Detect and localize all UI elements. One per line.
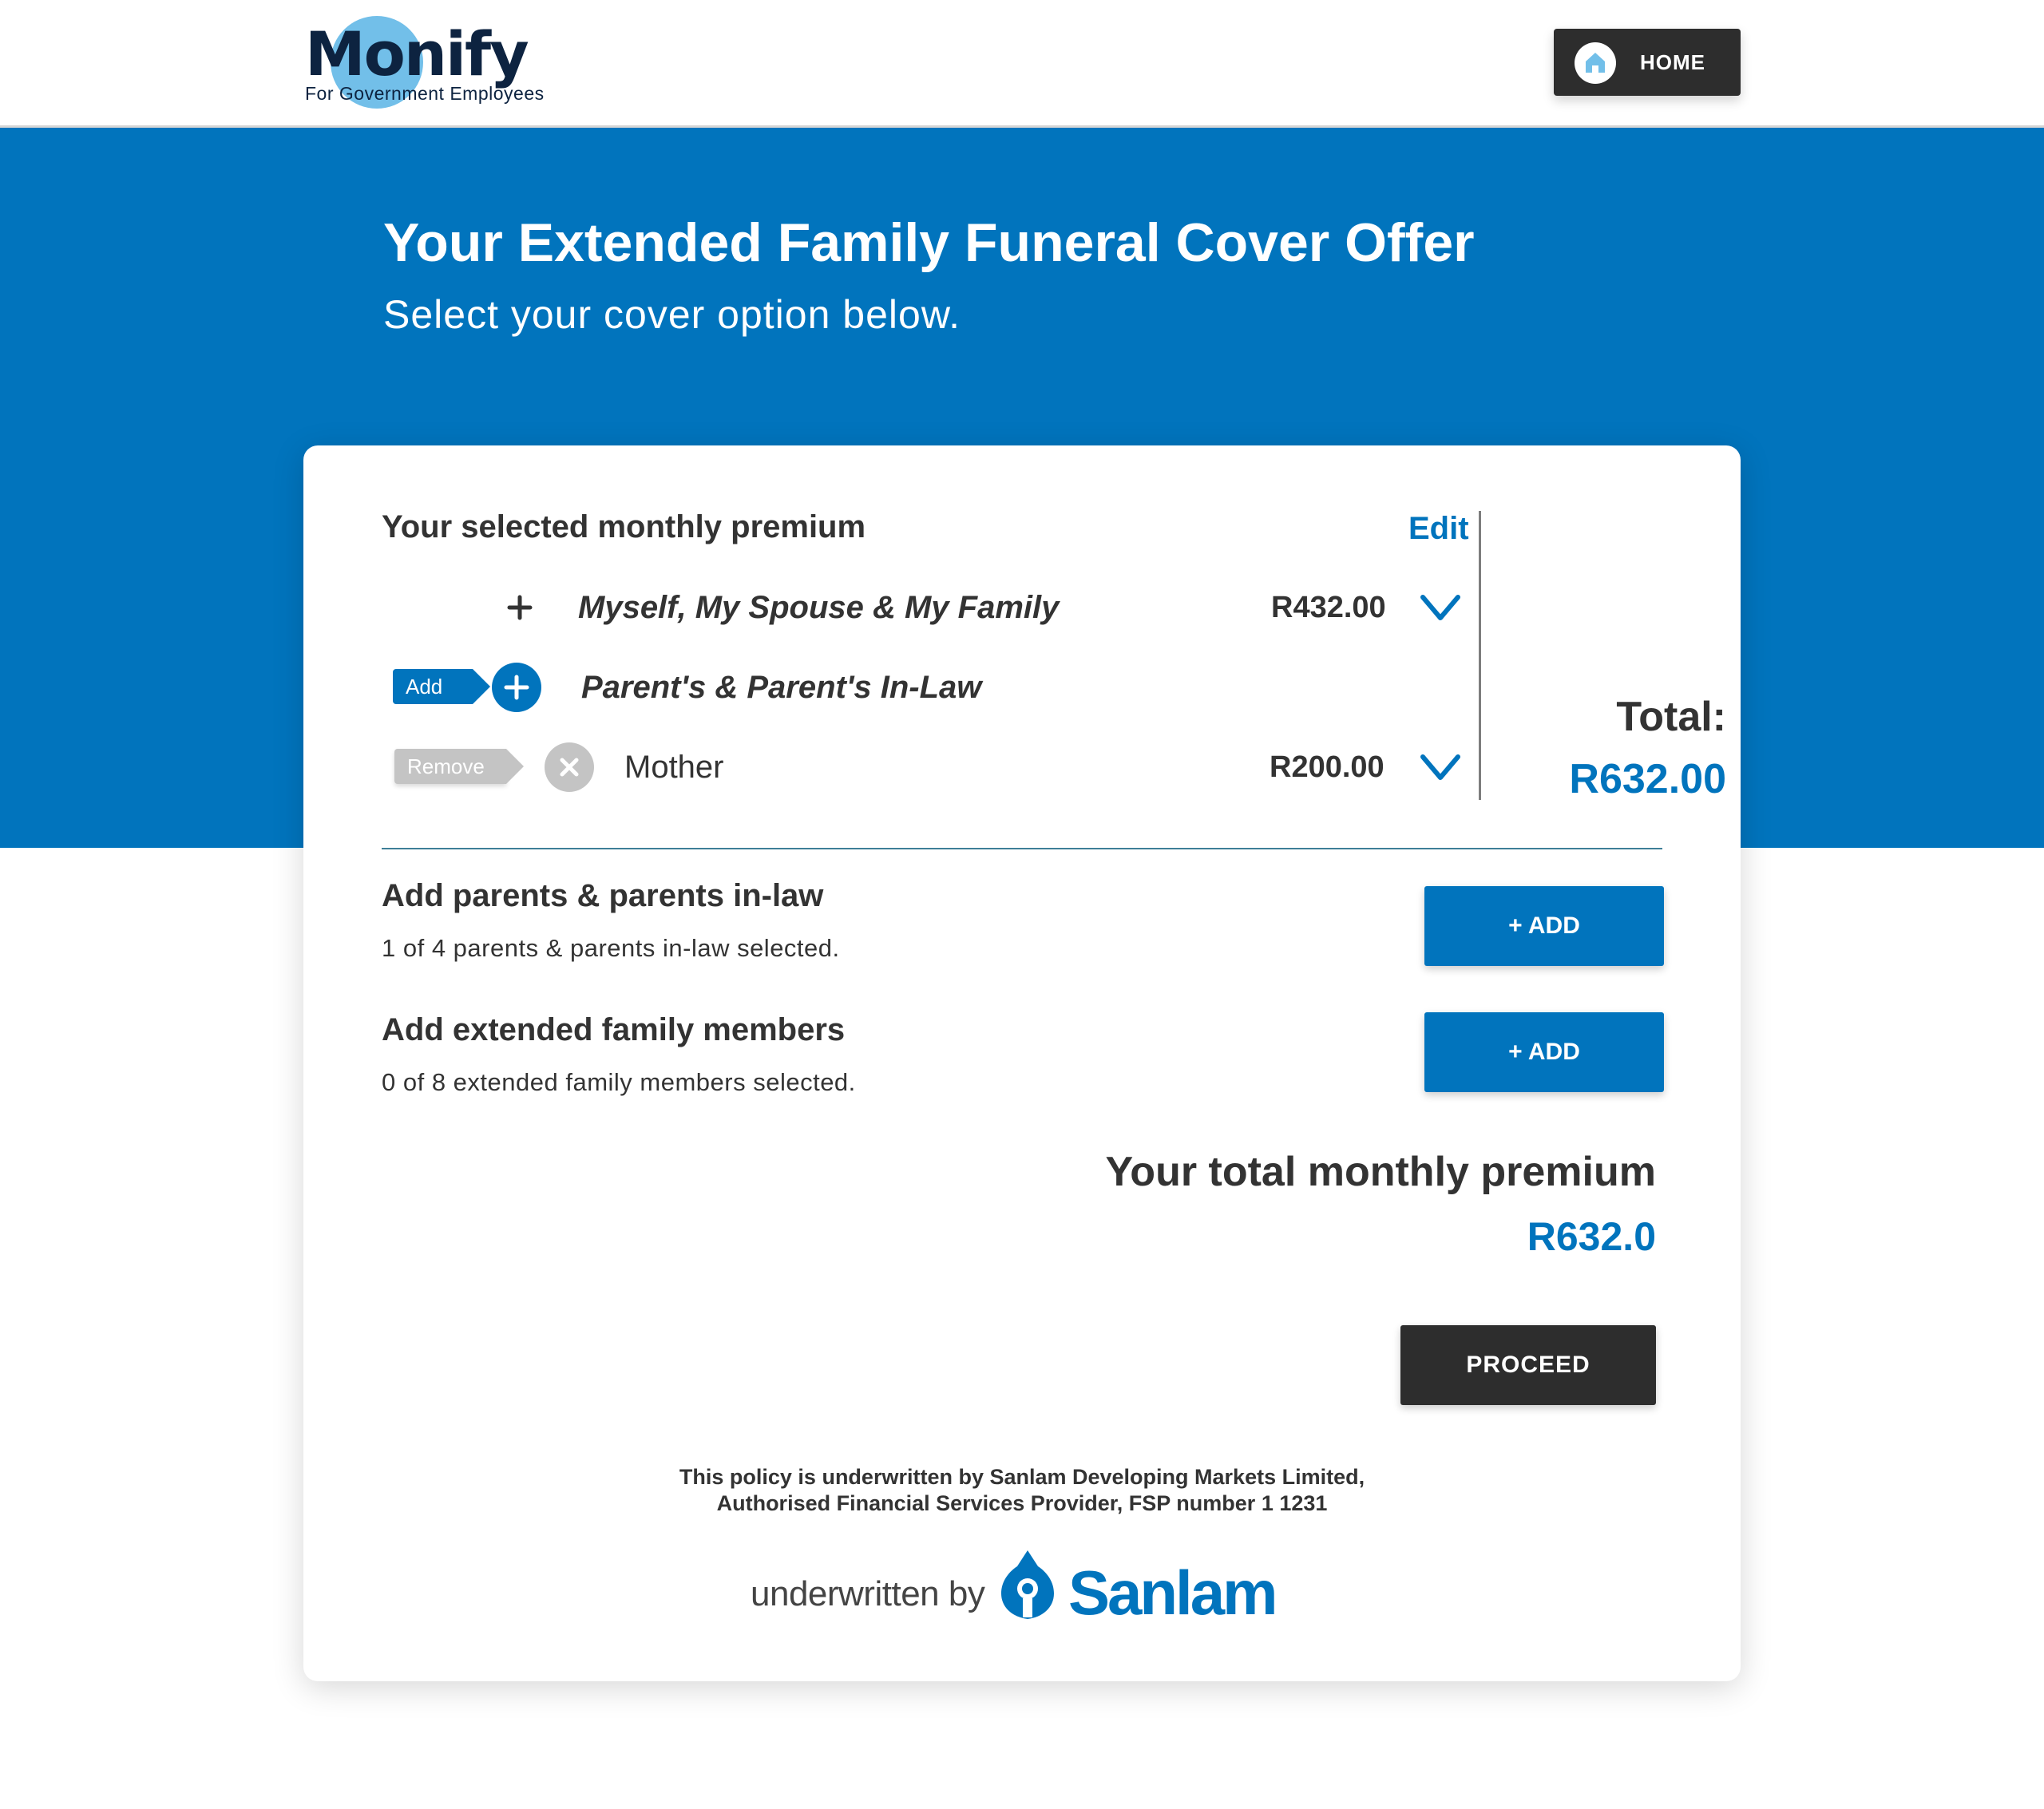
cover-row-price: R432.00: [1271, 591, 1386, 624]
vertical-divider: [1479, 511, 1481, 800]
monify-logo[interactable]: Monify For Government Employees: [305, 14, 561, 110]
remove-tag: Remove: [394, 749, 524, 784]
total-amount: R632.00: [1569, 756, 1726, 802]
disclaimer: This policy is underwritten by Sanlam De…: [463, 1464, 1581, 1517]
add-parents-button[interactable]: + ADD: [1424, 886, 1664, 966]
page-subtitle: Select your cover option below.: [383, 292, 961, 337]
selected-premium-title: Your selected monthly premium: [382, 509, 866, 544]
home-label: HOME: [1640, 50, 1705, 74]
add-parents-title: Add parents & parents in-law: [382, 878, 824, 913]
cover-row-label: Parent's & Parent's In-Law: [581, 670, 982, 705]
home-icon: [1575, 42, 1616, 84]
cover-row-label: Mother: [624, 750, 724, 785]
grand-total-label: Your total monthly premium: [1105, 1149, 1656, 1195]
add-extended-button[interactable]: + ADD: [1424, 1012, 1664, 1092]
proceed-button[interactable]: PROCEED: [1400, 1325, 1656, 1405]
cover-row-self: Myself, My Spouse & My Family R432.00: [303, 580, 1469, 635]
total-label: Total:: [1616, 694, 1726, 740]
page: Monify For Government Employees HOME You…: [0, 0, 2044, 1809]
cover-row-price: R200.00: [1270, 750, 1384, 784]
add-extended-desc: 0 of 8 extended family members selected.: [382, 1068, 856, 1096]
chevron-down-icon[interactable]: [1418, 750, 1463, 786]
chevron-down-icon[interactable]: [1418, 591, 1463, 626]
add-extended-title: Add extended family members: [382, 1012, 846, 1047]
disclaimer-line-1: This policy is underwritten by Sanlam De…: [679, 1465, 1365, 1489]
sanlam-shield-icon: [998, 1549, 1057, 1621]
grand-total-amount: R632.0: [1527, 1214, 1656, 1259]
cover-row-mother: Remove Mother R200.00: [303, 739, 1469, 795]
underwriter-badge: underwritten by Sanlam: [751, 1549, 1309, 1629]
plus-circle-icon[interactable]: [492, 663, 541, 712]
page-title: Your Extended Family Funeral Cover Offer: [383, 212, 1475, 273]
add-parents-desc: 1 of 4 parents & parents in-law selected…: [382, 934, 840, 962]
logo-word: Monify: [305, 18, 529, 89]
underwritten-by-text: underwritten by: [751, 1574, 985, 1613]
logo-tagline: For Government Employees: [305, 83, 545, 104]
add-tag: Add: [393, 669, 490, 704]
sanlam-wordmark: Sanlam: [1068, 1558, 1278, 1628]
section-divider: [382, 848, 1662, 849]
top-header: Monify For Government Employees HOME: [0, 0, 2044, 128]
offer-card: Your selected monthly premium Edit Mysel…: [303, 445, 1741, 1681]
plus-icon: [498, 586, 541, 629]
disclaimer-line-2: Authorised Financial Services Provider, …: [716, 1491, 1328, 1515]
cover-row-parents: Add Parent's & Parent's In-Law: [303, 659, 1469, 715]
edit-link[interactable]: Edit: [1408, 511, 1469, 547]
cover-row-label: Myself, My Spouse & My Family: [578, 590, 1060, 625]
home-button[interactable]: HOME: [1554, 29, 1741, 96]
close-circle-icon[interactable]: [545, 742, 594, 792]
